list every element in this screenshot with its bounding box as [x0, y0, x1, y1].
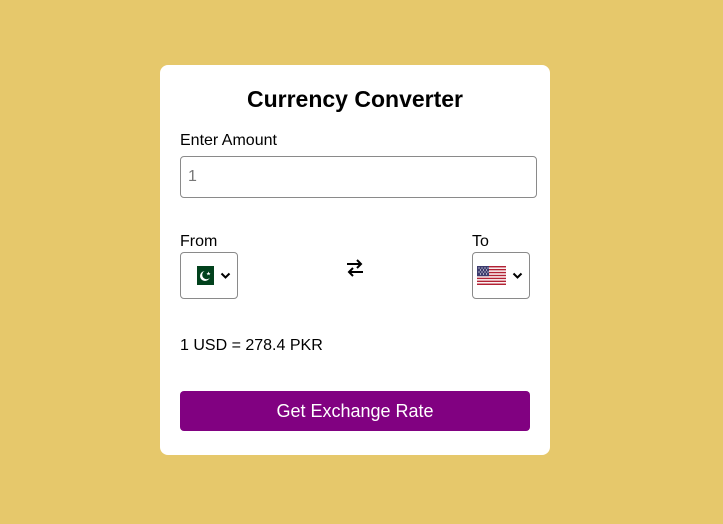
converter-card: Currency Converter Enter Amount From To [160, 65, 550, 455]
chevron-down-icon [512, 272, 523, 279]
get-exchange-rate-button[interactable]: Get Exchange Rate [180, 391, 530, 431]
us-flag-icon [477, 266, 506, 285]
chevron-down-icon [220, 272, 231, 279]
to-label: To [472, 233, 489, 250]
to-currency-select[interactable] [472, 252, 530, 299]
swap-arrows-icon[interactable] [345, 258, 365, 278]
from-label: From [180, 233, 218, 250]
from-currency-select[interactable] [180, 252, 238, 299]
page-title: Currency Converter [246, 86, 464, 112]
pakistan-flag-icon [191, 266, 214, 285]
exchange-rate-text: 1 USD = 278.4 PKR [180, 337, 323, 354]
amount-label: Enter Amount [180, 132, 277, 149]
amount-input[interactable] [180, 156, 537, 198]
